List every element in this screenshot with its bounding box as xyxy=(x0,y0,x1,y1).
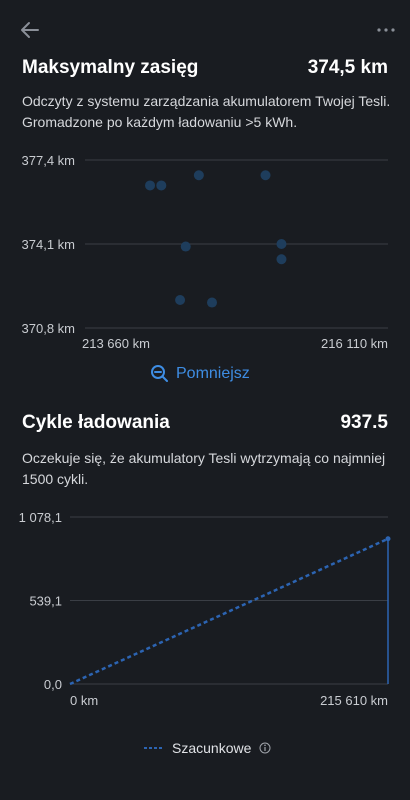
range-value: 374,5 km xyxy=(307,57,388,78)
y-tick-label: 1 078,1 xyxy=(19,510,62,525)
cycles-header: Cykle ładowania 937.5 xyxy=(22,412,388,434)
cycles-line-chart: 1 078,1 539,1 0,0 0 km 215 610 km xyxy=(19,510,391,708)
zoom-out-icon xyxy=(151,365,168,382)
info-icon[interactable] xyxy=(259,742,271,754)
ellipsis-icon[interactable] xyxy=(376,22,396,38)
arrow-left-icon[interactable] xyxy=(18,18,42,42)
range-header: Maksymalny zasięg 374,5 km xyxy=(22,57,388,79)
cycles-description: Oczekuje się, że akumulatory Tesli wytrz… xyxy=(22,450,386,487)
data-point xyxy=(276,239,287,249)
data-point xyxy=(145,180,156,191)
data-point xyxy=(260,170,271,181)
data-point xyxy=(207,297,217,308)
chart-legend: Szacunkowe xyxy=(144,738,271,758)
x-tick-label: 0 km xyxy=(70,693,98,708)
x-tick-label: 216 110 km xyxy=(321,336,388,351)
legend-label: Szacunkowe xyxy=(172,740,252,756)
x-tick-label: 215 610 km xyxy=(320,693,388,708)
data-point xyxy=(180,241,191,252)
zoom-out-button[interactable]: Pomniejsz xyxy=(150,362,270,386)
y-tick-label: 0,0 xyxy=(44,677,62,692)
y-tick-label: 377,4 km xyxy=(22,153,75,168)
dashed-line-swatch xyxy=(144,747,164,749)
series-line xyxy=(69,537,389,686)
cycles-value: 937.5 xyxy=(340,412,388,433)
series-end-point xyxy=(385,536,391,542)
zoom-out-label: Pomniejsz xyxy=(176,365,250,382)
data-point xyxy=(175,295,186,305)
y-tick-label: 539,1 xyxy=(29,594,62,609)
data-point xyxy=(156,180,167,191)
top-bar xyxy=(0,0,410,60)
range-scatter-chart: 377,4 km 374,1 km 370,8 km 213 660 km 216 11… xyxy=(22,153,388,351)
cycles-title: Cykle ładowania xyxy=(22,412,170,433)
range-description: Odczyty z systemu zarządzania akumulator… xyxy=(22,93,391,130)
data-point xyxy=(276,254,287,265)
range-title: Maksymalny zasięg xyxy=(22,57,199,78)
y-tick-label: 374,1 km xyxy=(22,237,75,252)
data-point xyxy=(193,170,204,181)
y-tick-label: 370,8 km xyxy=(22,321,75,336)
x-tick-label: 213 660 km xyxy=(82,336,150,351)
